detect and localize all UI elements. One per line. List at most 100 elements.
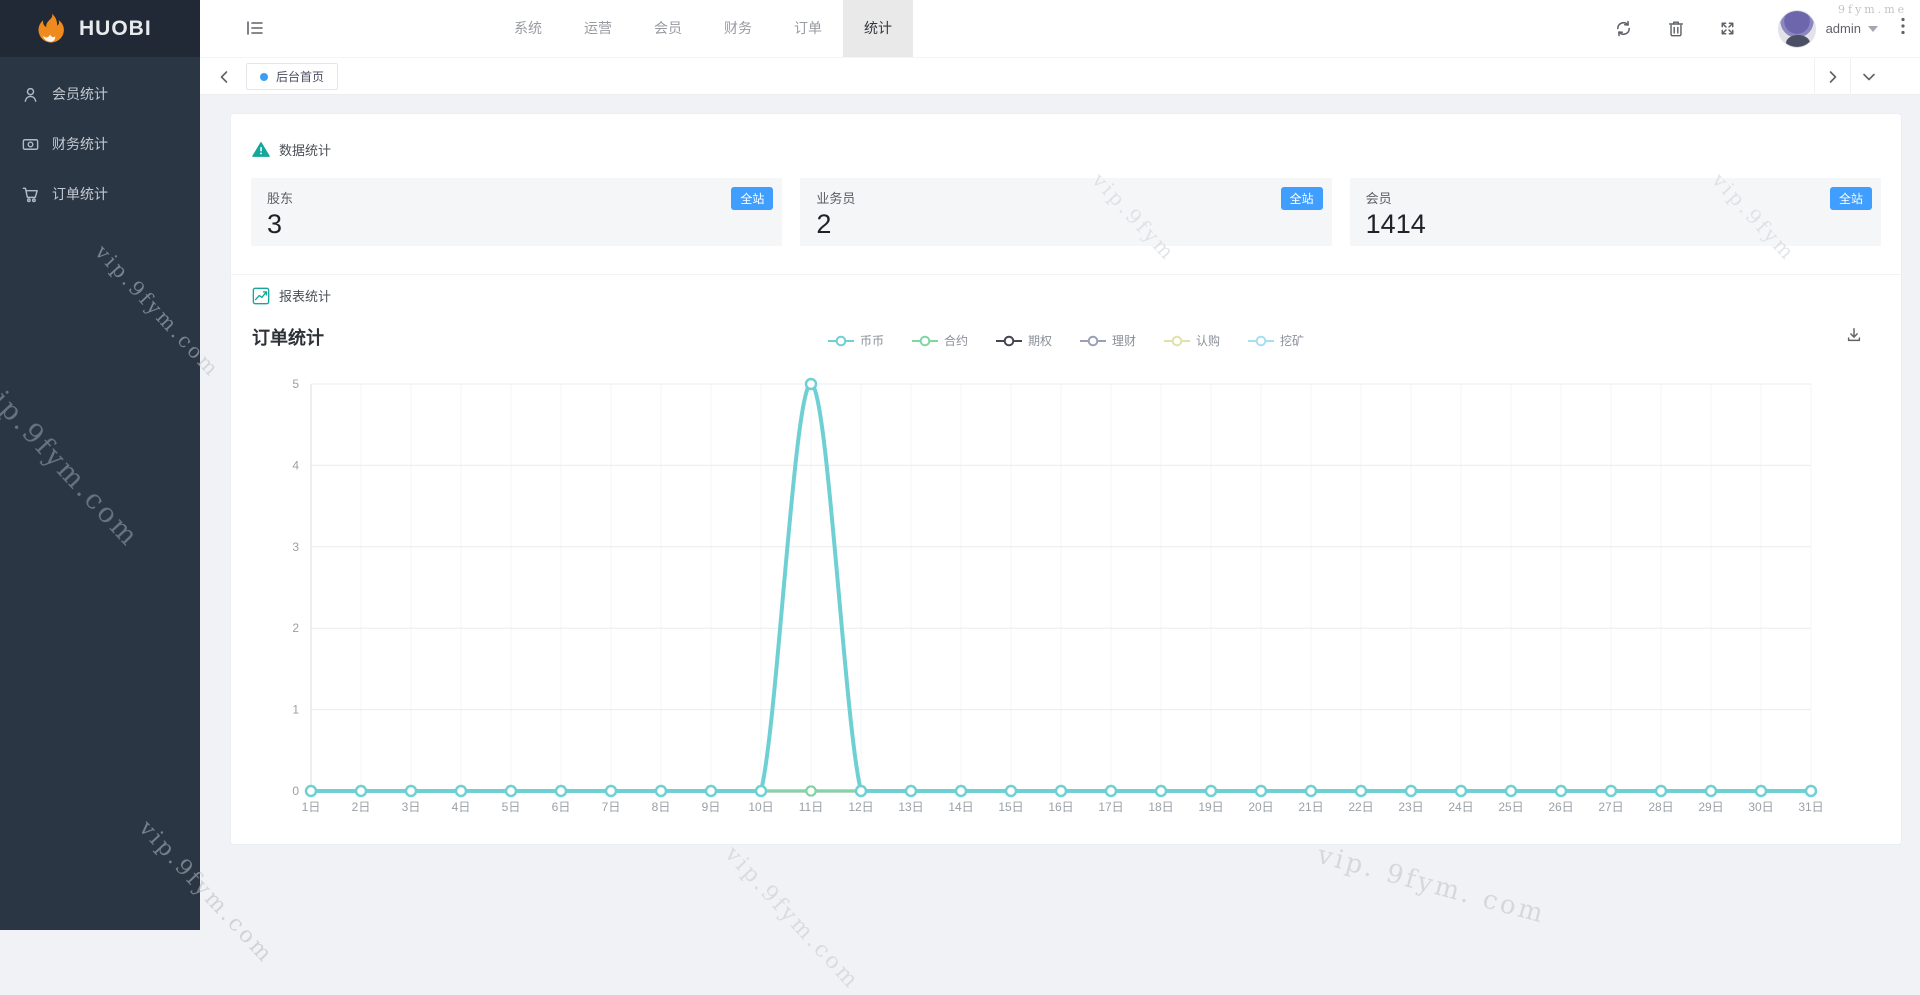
download-chart-icon[interactable]: [1845, 326, 1863, 349]
sidebar-item-label: 财务统计: [52, 136, 108, 152]
member-stats-icon: [24, 87, 37, 102]
svg-text:13日: 13日: [898, 800, 923, 814]
svg-text:5日: 5日: [502, 800, 521, 814]
legend-item-挖矿[interactable]: 挖矿: [1248, 332, 1304, 349]
stat-label: 股东: [267, 191, 294, 206]
svg-text:28日: 28日: [1648, 800, 1673, 814]
sidebar-item-order-stats[interactable]: 订单统计: [0, 169, 200, 219]
chart-legend: 币币 合约 期权 理财 认购 挖矿: [231, 332, 1901, 349]
nav-tab-member[interactable]: 会员: [633, 0, 703, 57]
legend-marker-icon: [827, 335, 854, 346]
svg-text:2日: 2日: [352, 800, 371, 814]
tags-scroll-left-icon[interactable]: [206, 58, 242, 95]
legend-marker-icon: [1248, 335, 1275, 346]
legend-item-合约[interactable]: 合约: [911, 332, 968, 349]
section-title: 数据统计: [279, 143, 332, 158]
tags-bar: 后台首页: [200, 57, 1920, 95]
svg-text:24日: 24日: [1448, 800, 1473, 814]
sidebar-item-finance-stats[interactable]: 财务统计: [0, 119, 200, 169]
svg-text:14日: 14日: [948, 800, 973, 814]
status-badge: 全站: [1829, 187, 1872, 210]
legend-item-币币[interactable]: 币币: [827, 332, 884, 349]
refresh-icon[interactable]: [1598, 19, 1650, 38]
nav-tab-finance[interactable]: 财务: [703, 0, 773, 57]
brand-name: HUOBI: [79, 16, 152, 40]
section-title: 报表统计: [279, 289, 332, 304]
legend-item-认购[interactable]: 认购: [1164, 332, 1220, 349]
svg-text:6日: 6日: [552, 800, 571, 814]
stat-value: 1414: [1365, 209, 1426, 239]
stat-card-salesmen: 业务员 2 全站: [800, 178, 1332, 246]
svg-text:31日: 31日: [1798, 800, 1823, 814]
svg-text:4日: 4日: [452, 800, 471, 814]
top-nav-tabs: 系统 运营 会员 财务 订单 统计: [493, 0, 913, 57]
svg-text:15日: 15日: [998, 800, 1023, 814]
admin-username[interactable]: admin: [1826, 21, 1861, 36]
user-dropdown-caret-icon[interactable]: [1868, 25, 1878, 32]
legend-item-理财[interactable]: 理财: [1080, 332, 1136, 349]
sidebar: HUOBI 会员统计 财务统计 订单统计: [0, 0, 200, 930]
svg-text:4: 4: [292, 458, 299, 472]
stat-card-shareholders: 股东 3 全站: [251, 178, 783, 246]
svg-text:8日: 8日: [652, 800, 671, 814]
stat-value: 2: [816, 209, 832, 239]
tag-active-dot: [260, 72, 268, 81]
svg-text:16日: 16日: [1048, 800, 1073, 814]
nav-tab-system[interactable]: 系统: [493, 0, 563, 57]
svg-text:23日: 23日: [1398, 800, 1423, 814]
user-avatar[interactable]: [1777, 9, 1816, 48]
status-badge: 全站: [1280, 187, 1323, 210]
nav-tab-order[interactable]: 订单: [773, 0, 843, 57]
stat-label: 会员: [1365, 191, 1392, 206]
tag-home[interactable]: 后台首页: [246, 63, 339, 90]
finance-stats-icon: [22, 138, 39, 150]
header-actions: admin: [1598, 0, 1906, 57]
svg-text:22日: 22日: [1348, 800, 1373, 814]
sidebar-item-label: 订单统计: [52, 186, 108, 202]
svg-text:1: 1: [292, 703, 299, 717]
fullscreen-icon[interactable]: [1702, 19, 1754, 38]
svg-text:3日: 3日: [402, 800, 421, 814]
stat-label: 业务员: [816, 191, 856, 206]
stat-cards-row: 股东 3 全站 业务员 2 全站 会员 1414 全站: [251, 178, 1881, 246]
tags-scroll-right-icon[interactable]: [1814, 58, 1850, 95]
warning-triangle-icon: [252, 142, 270, 157]
svg-text:18日: 18日: [1148, 800, 1173, 814]
svg-text:2: 2: [292, 621, 299, 635]
legend-item-期权[interactable]: 期权: [995, 332, 1052, 349]
svg-text:25日: 25日: [1498, 800, 1523, 814]
order-stats-icon: [22, 187, 38, 202]
report-section-header: 报表统计: [252, 286, 331, 305]
svg-text:1日: 1日: [302, 800, 321, 814]
legend-marker-icon: [995, 335, 1022, 346]
svg-text:27日: 27日: [1598, 800, 1623, 814]
svg-text:10日: 10日: [748, 800, 773, 814]
svg-text:12日: 12日: [848, 800, 873, 814]
svg-text:20日: 20日: [1248, 800, 1273, 814]
nav-tab-operation[interactable]: 运营: [563, 0, 633, 57]
status-badge: 全站: [731, 187, 774, 210]
order-stats-line-chart: 0 1 2 3 4 5 1日 2日 3日 4日 5日 6日 7日 8日 9日 10日 11日 12日 13日 14日 1…: [292, 377, 1823, 814]
data-stats-section-header: 数据统计: [252, 140, 331, 159]
svg-text:7日: 7日: [602, 800, 621, 814]
trend-chart-icon: [252, 287, 270, 304]
svg-text:3: 3: [292, 540, 299, 554]
main-panel: 数据统计 股东 3 全站 业务员 2 全站 会员 1414 全站 报表统计 订单…: [230, 113, 1902, 845]
svg-text:26日: 26日: [1548, 800, 1573, 814]
menu-collapse-icon[interactable]: [245, 18, 265, 43]
top-header: 系统 运营 会员 财务 订单 统计 admin: [200, 0, 1920, 57]
nav-tab-statistics[interactable]: 统计: [843, 0, 913, 57]
tags-menu-caret-icon[interactable]: [1850, 58, 1886, 95]
more-options-icon[interactable]: [1900, 16, 1906, 41]
fox-flame-logo-icon: [38, 13, 64, 43]
legend-marker-icon: [911, 335, 938, 346]
sidebar-menu: 会员统计 财务统计 订单统计: [0, 57, 200, 219]
svg-text:5: 5: [292, 377, 299, 391]
svg-text:11日: 11日: [799, 800, 823, 814]
brand-logo[interactable]: HUOBI: [0, 0, 200, 57]
trash-icon[interactable]: [1650, 19, 1702, 38]
svg-text:21日: 21日: [1298, 800, 1323, 814]
sidebar-item-member-stats[interactable]: 会员统计: [0, 69, 200, 119]
svg-text:0: 0: [292, 784, 299, 798]
svg-text:19日: 19日: [1198, 800, 1223, 814]
